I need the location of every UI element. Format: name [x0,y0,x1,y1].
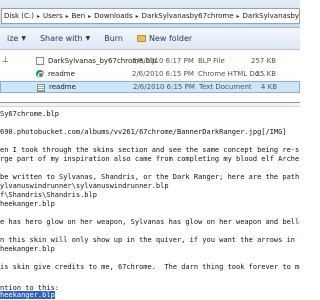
share-with-button[interactable]: Share with ▼ [33,30,97,48]
new-folder-label: New folder [148,34,193,43]
file-date: 2/6/2010 6:15 PM [132,70,194,78]
file-size: 257 KB [251,57,276,65]
file-name: readme [49,83,76,91]
file-type: BLP File [198,57,225,65]
chevron-down-icon: ▼ [85,35,91,42]
chevron-right-icon[interactable]: ▸ [86,13,93,20]
pin-icon: ⊥ [2,55,9,64]
editor-line: 690.photobucket.com/albums/vv261/67chrom… [0,128,287,136]
editor-line: ylvanuswindrunner\sylvanuswindrunner.blp [0,182,169,190]
breadcrumb-item[interactable]: Downloads [93,12,133,20]
file-date: 2/6/2010 6:15 PM [133,83,195,91]
chevron-right-icon[interactable]: ▸ [134,13,141,20]
chevron-right-icon[interactable]: ▸ [35,13,42,20]
chevron-down-icon: ▼ [21,35,26,42]
address-bar: Disk (C:) ▸ Users ▸ Ben ▸ Downloads ▸ Da… [0,0,300,28]
selected-text: heekanger.blp [0,291,55,299]
text-editor[interactable]: Sy67chrome.blp 690.photobucket.com/album… [0,103,300,300]
editor-line: f\Shandris\Shandris.blp [0,191,97,199]
chrome-icon [36,70,44,78]
chevron-right-icon[interactable]: ▸ [235,13,242,20]
share-with-label: Share with [39,34,83,43]
file-size: 25 KB [255,70,276,78]
breadcrumb-item[interactable]: Ben [71,12,87,20]
file-list: ⊥ DarkSylvanas_by67chrome.blp 2/6/2010 6… [0,51,300,102]
command-bar: ize ▼ Share with ▼ Burn New folder [0,28,300,50]
burn-button[interactable]: Burn [97,30,130,48]
folder-icon [136,35,146,42]
generic-file-icon [36,57,44,65]
editor-line: be written to Sylvanas, Shandris, or the… [0,173,300,181]
file-name: readme [48,70,75,78]
explorer-window: Disk (C:) ▸ Users ▸ Ben ▸ Downloads ▸ Da… [0,0,300,103]
breadcrumb-item[interactable]: Disk (C:) [4,12,35,20]
editor-line: rge part of my inspiration also came fro… [0,155,300,163]
editor-line: heekanger.blp [0,245,55,253]
burn-label: Burn [104,34,123,43]
editor-menu-strip [0,103,300,107]
editor-line: n this skin will only show up in the qui… [0,236,300,244]
file-date: 2/6/2010 6:17 PM [132,57,194,65]
organize-label: ize [7,34,19,43]
editor-line: e has hero glow on her weapon, Sylvanas … [0,218,300,226]
chevron-right-icon[interactable]: ▸ [64,13,71,20]
file-type: Text Document [199,83,252,91]
text-document-icon [37,84,45,92]
editor-line: en I took through the skins section and … [0,146,300,154]
file-row-selected[interactable]: readme 2/6/2010 6:15 PM Text Document 4 … [0,81,300,93]
file-row[interactable]: readme 2/6/2010 6:15 PM Chrome HTML Do..… [0,68,300,80]
breadcrumb-item[interactable]: DarkSylvanasby67chrome [141,12,235,20]
file-size: 4 KB [260,83,277,91]
editor-line: Sy67chrome.blp [0,110,60,118]
address-field[interactable]: Disk (C:) ▸ Users ▸ Ben ▸ Downloads ▸ Da… [1,8,300,24]
editor-line: heekanger.blp [0,200,55,208]
editor-line: is skin give credits to me, 67chrome. Th… [0,263,300,271]
file-row[interactable]: ⊥ DarkSylvanas_by67chrome.blp 2/6/2010 6… [0,55,300,67]
new-folder-button[interactable]: New folder [130,30,199,48]
breadcrumb-item[interactable]: DarkSylvanasby67chrome [242,12,299,20]
organize-button[interactable]: ize ▼ [0,30,33,48]
editor-line-selected[interactable]: heekanger.blp [0,291,55,300]
breadcrumb-item[interactable]: Users [42,12,64,20]
